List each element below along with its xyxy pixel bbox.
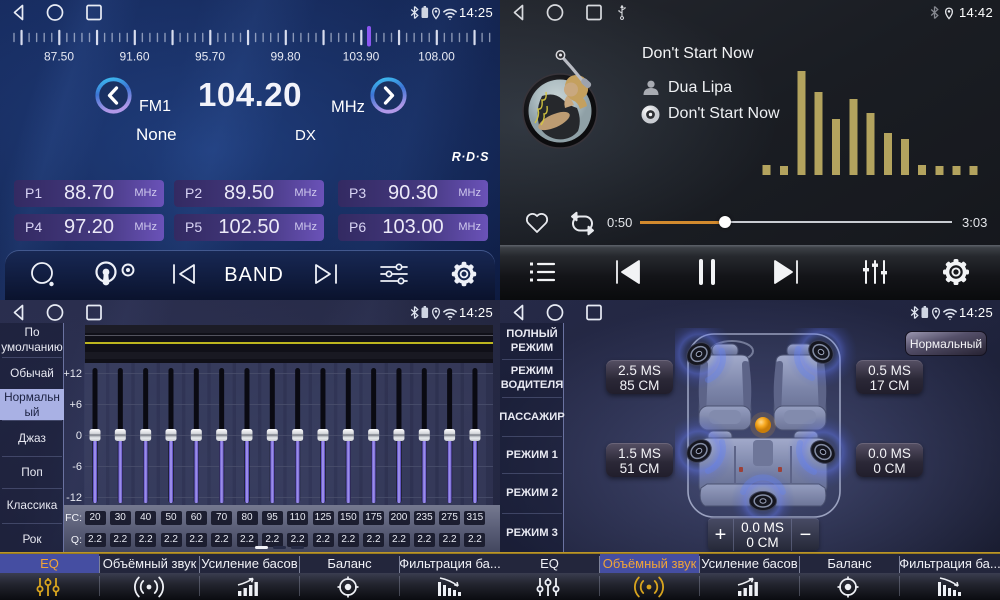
svg-text:87.50: 87.50 <box>44 50 74 64</box>
svg-text:99.80: 99.80 <box>270 50 300 64</box>
svg-text:103.90: 103.90 <box>343 50 380 64</box>
svg-text:95.70: 95.70 <box>195 50 225 64</box>
svg-text:+6: +6 <box>69 399 82 411</box>
svg-text:91.60: 91.60 <box>119 50 149 64</box>
svg-text:BAND: BAND <box>224 264 284 286</box>
svg-text:0: 0 <box>76 430 82 442</box>
svg-text:+12: +12 <box>64 368 82 380</box>
svg-text:108.00: 108.00 <box>418 50 455 64</box>
svg-text:-12: -12 <box>66 492 82 504</box>
svg-text:-6: -6 <box>72 461 82 473</box>
